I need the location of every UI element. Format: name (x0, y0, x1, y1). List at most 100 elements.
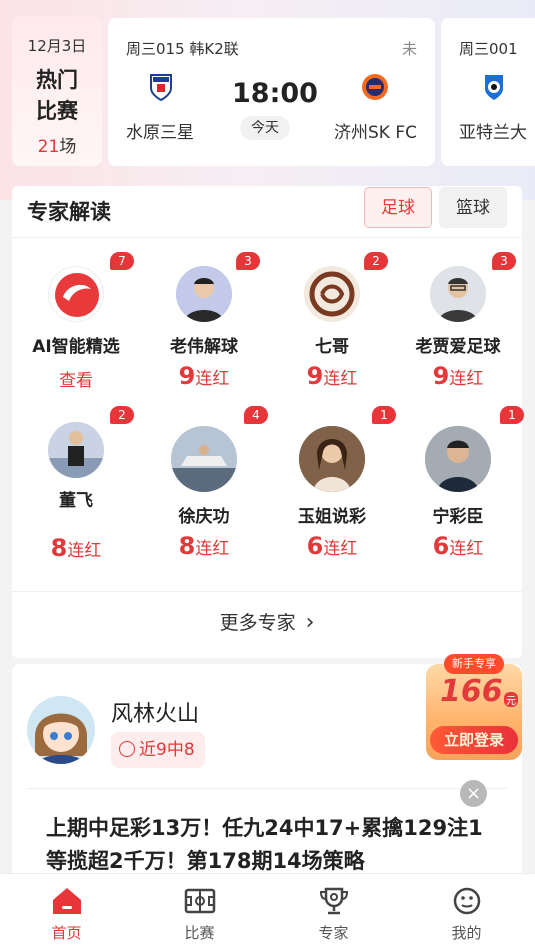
hot-matches-count-unit: 场 (59, 137, 77, 157)
expert-streak-label: 连红 (195, 539, 230, 559)
expert-streak-number: 6 (306, 532, 324, 560)
feed-record: 近9中8 (139, 740, 195, 760)
expert-item[interactable]: 1 玉姐说彩 6连红 (268, 406, 396, 560)
expert-badge: 2 (364, 252, 388, 270)
nav-item-experts[interactable]: 专家 (267, 874, 400, 951)
expert-name: 玉姐说彩 (298, 507, 366, 527)
feed-record-tag: 近9中8 (111, 732, 205, 768)
expert-streak-number: 9 (306, 362, 324, 390)
promo-tag: 新手专享 (444, 654, 504, 674)
match-time: 18:00 (232, 78, 318, 109)
expert-streak-label: 连红 (323, 539, 358, 559)
expert-name: 宁彩臣 (432, 507, 484, 527)
hot-matches-title-line2: 比赛 (36, 99, 78, 123)
expert-item-ai[interactable]: 7 AI智能精选 查看 (12, 252, 140, 402)
promo-unit: 元 (504, 692, 518, 707)
hot-matches-title: 热门 比赛 (12, 65, 102, 127)
expert-badge: 1 (500, 406, 524, 424)
expert-streak-number: 9 (178, 362, 196, 390)
expert-streak-number: 9 (432, 362, 450, 390)
expert-item[interactable]: 2 七哥 9连红 (268, 252, 396, 402)
expert-badge: 2 (110, 406, 134, 424)
hot-matches-count: 21场 (12, 132, 102, 157)
expert-streak-label: 连红 (195, 369, 230, 389)
feed-headline[interactable]: 上期中足彩13万！任九24中17+累擒129注1等揽超2千万！第178期14场策… (46, 812, 486, 878)
match-league: 周三001 (459, 40, 518, 58)
expert-section: 专家解读 足球 篮球 7 AI智能精选 查看 3 老伟解球 9连红 2 七哥 9… (12, 186, 524, 658)
expert-item[interactable]: 3 老贾爱足球 9连红 (394, 252, 522, 402)
expert-view-link[interactable]: 查看 (12, 366, 140, 391)
expert-streak: 6连红 (268, 532, 396, 560)
home-team-logo-icon (146, 72, 176, 102)
expert-badge: 3 (236, 252, 260, 270)
match-day-badge: 今天 (240, 116, 290, 140)
profile-icon (451, 886, 483, 916)
match-card[interactable]: 周三001 亚特兰大 (441, 18, 535, 166)
expert-item[interactable]: 1 宁彩臣 6连红 (394, 406, 524, 560)
hot-matches-strip[interactable]: 12月3日 热门 比赛 21场 周三015 韩K2联 未 水原三星 18:00 … (0, 16, 535, 168)
away-team-logo-icon (360, 72, 390, 102)
home-team-name: 水原三星 (126, 123, 194, 143)
nav-item-profile[interactable]: 我的 (400, 874, 533, 951)
bottom-nav: 首页 比赛 专家 我的 (0, 873, 535, 951)
expert-name: 老伟解球 (170, 337, 238, 357)
avatar (171, 426, 237, 492)
login-button[interactable]: 立即登录 (430, 726, 518, 754)
tab-basketball[interactable]: 篮球 (439, 187, 507, 228)
hot-matches-date: 12月3日 (27, 37, 87, 55)
football-icon (119, 741, 135, 757)
expert-name: 老贾爱足球 (415, 337, 501, 357)
avatar (425, 426, 491, 492)
nav-label: 专家 (318, 924, 349, 942)
expert-streak-number: 6 (432, 532, 450, 560)
chevron-right-icon: › (305, 610, 315, 635)
more-experts-button[interactable]: 更多专家 › (12, 608, 522, 635)
expert-streak-label: 连红 (323, 369, 358, 389)
expert-name: 徐庆功 (178, 507, 230, 527)
expert-item[interactable]: 4 徐庆功 8连红 (140, 406, 268, 560)
expert-streak: 9连红 (394, 362, 522, 390)
divider (26, 788, 508, 789)
avatar (48, 422, 104, 478)
match-status: 未 (401, 40, 417, 58)
hot-matches-title-line1: 热门 (36, 68, 78, 92)
home-team-logo-icon (479, 72, 509, 102)
hot-matches-card[interactable]: 12月3日 热门 比赛 21场 (12, 16, 102, 166)
avatar (299, 426, 365, 492)
expert-badge: 3 (492, 252, 516, 270)
more-experts-label: 更多专家 (219, 612, 296, 634)
promo-amount: 166 (440, 674, 503, 709)
expert-streak-number: 8 (178, 532, 196, 560)
nav-item-matches[interactable]: 比赛 (133, 874, 266, 951)
home-icon (51, 886, 83, 916)
feed-author[interactable]: 风林火山 (111, 696, 199, 728)
nav-label: 首页 (51, 924, 82, 942)
expert-name: 董飞 (59, 491, 93, 511)
expert-streak-label: 连红 (67, 541, 102, 561)
expert-item[interactable]: 2 董飞 8连红 (12, 406, 140, 562)
expert-streak-label: 连红 (449, 539, 484, 559)
expert-streak: 9连红 (268, 362, 396, 390)
hot-matches-count-number: 21 (37, 137, 60, 157)
home-team-name: 亚特兰大 (459, 123, 527, 143)
expert-streak: 9连红 (140, 362, 268, 390)
avatar[interactable] (27, 696, 95, 764)
close-icon[interactable]: × (460, 780, 487, 807)
expert-streak: 8连红 (12, 534, 140, 562)
new-user-promo[interactable]: 新手专享 166 元 立即登录 (424, 654, 524, 762)
expert-streak-label: 连红 (449, 369, 484, 389)
expert-streak: 6连红 (394, 532, 522, 560)
expert-badge: 1 (372, 406, 396, 424)
divider (12, 591, 522, 592)
expert-name: 七哥 (315, 337, 349, 357)
ai-logo-icon (48, 266, 104, 322)
expert-badge: 4 (244, 406, 268, 424)
nav-item-home[interactable]: 首页 (0, 874, 133, 951)
tab-football[interactable]: 足球 (364, 187, 432, 228)
expert-item[interactable]: 3 老伟解球 9连红 (140, 252, 268, 402)
nav-label: 我的 (451, 924, 482, 942)
match-league: 周三015 韩K2联 (126, 40, 239, 58)
match-card[interactable]: 周三015 韩K2联 未 水原三星 18:00 今天 济州SK FC (108, 18, 435, 166)
expert-streak: 8连红 (140, 532, 268, 560)
trophy-icon (318, 886, 350, 916)
